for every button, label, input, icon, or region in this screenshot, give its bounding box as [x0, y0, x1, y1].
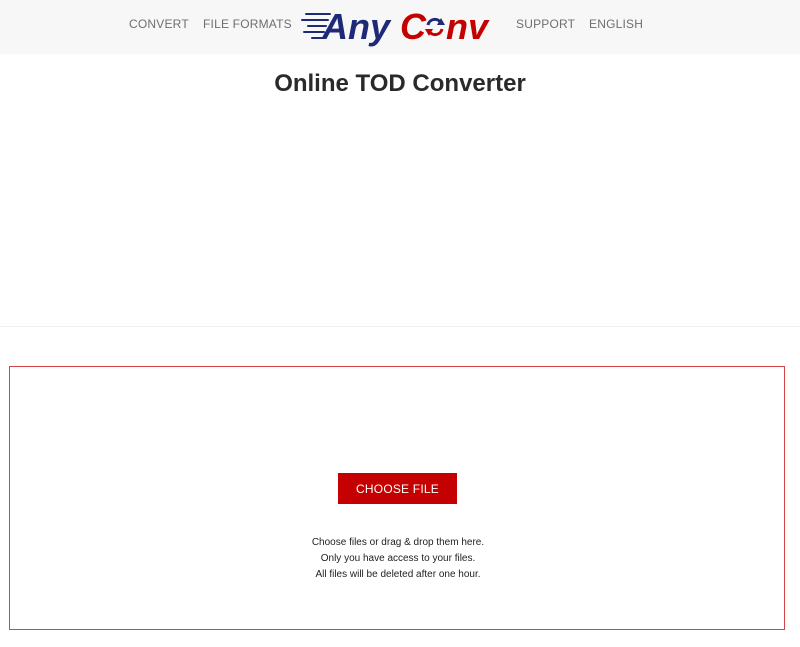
logo-nv: nv — [446, 6, 490, 47]
nav-support[interactable]: SUPPORT — [516, 17, 575, 31]
hint-deletion: All files will be deleted after one hour… — [315, 569, 481, 580]
choose-file-button[interactable]: CHOOSE FILE — [338, 473, 457, 504]
nav-convert[interactable]: CONVERT — [129, 17, 189, 31]
logo-c: C — [400, 6, 427, 47]
page-title: Online TOD Converter — [274, 70, 526, 97]
nav-language[interactable]: ENGLISH — [589, 17, 643, 31]
file-drop-zone[interactable]: CHOOSE FILE Choose files or drag & drop … — [9, 366, 785, 630]
section-divider — [0, 326, 800, 327]
hint-drag-drop: Choose files or drag & drop them here. — [311, 537, 485, 548]
logo-any: Any — [321, 6, 392, 47]
nav-file-formats[interactable]: FILE FORMATS — [203, 17, 292, 31]
hint-privacy: Only you have access to your files. — [320, 553, 476, 564]
top-nav-bar: CONVERT FILE FORMATS Any C nv SUPPORT EN… — [0, 0, 800, 54]
refresh-arrows-icon — [425, 17, 445, 37]
anyconv-logo[interactable]: Any C nv — [300, 4, 490, 48]
logo-graphic: Any C nv — [301, 6, 490, 47]
